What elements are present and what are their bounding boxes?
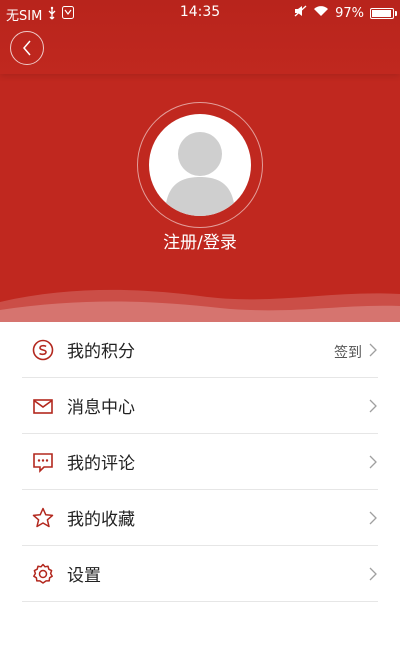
login-register-link[interactable]: 注册/登录 xyxy=(0,228,400,253)
menu-label-settings: 设置 xyxy=(67,566,101,586)
chevron-right-icon xyxy=(369,567,377,581)
chevron-left-icon xyxy=(23,40,31,56)
status-right: 97% xyxy=(294,5,397,21)
menu-label-points: 我的积分 xyxy=(67,342,135,362)
wifi-icon xyxy=(313,5,329,21)
app-screen: 无SIM 14:35 97% 注册/登录 我的积分 签到 消息中心 我的评论 我… xyxy=(0,0,400,666)
menu-label-favorites: 我的收藏 xyxy=(67,510,135,530)
menu-label-messages: 消息中心 xyxy=(67,398,135,418)
profile-header: 无SIM 14:35 97% 注册/登录 xyxy=(0,0,400,322)
menu-list: 我的积分 签到 消息中心 我的评论 我的收藏 设置 xyxy=(22,322,378,602)
menu-item-points[interactable]: 我的积分 签到 xyxy=(22,322,378,378)
mute-icon xyxy=(294,5,307,21)
menu-item-messages[interactable]: 消息中心 xyxy=(22,378,378,434)
wave-decoration xyxy=(0,289,400,322)
default-user-icon xyxy=(165,132,235,216)
points-icon xyxy=(32,339,54,361)
back-button[interactable] xyxy=(10,31,44,65)
chevron-right-icon xyxy=(369,343,377,357)
menu-item-favorites[interactable]: 我的收藏 xyxy=(22,490,378,546)
gear-icon xyxy=(32,563,54,585)
avatar[interactable] xyxy=(149,114,251,216)
comment-icon xyxy=(32,451,54,473)
mail-icon xyxy=(32,395,54,417)
battery-icon xyxy=(370,7,397,19)
menu-item-comments[interactable]: 我的评论 xyxy=(22,434,378,490)
battery-percent: 97% xyxy=(335,5,364,21)
battery-fill xyxy=(372,9,392,17)
status-bar: 无SIM 14:35 97% xyxy=(0,0,400,26)
sign-in-label[interactable]: 签到 xyxy=(334,342,362,362)
menu-item-settings[interactable]: 设置 xyxy=(22,546,378,602)
menu-label-comments: 我的评论 xyxy=(67,454,135,474)
chevron-right-icon xyxy=(369,399,377,413)
star-icon xyxy=(32,507,54,529)
chevron-right-icon xyxy=(369,511,377,525)
chevron-right-icon xyxy=(369,455,377,469)
